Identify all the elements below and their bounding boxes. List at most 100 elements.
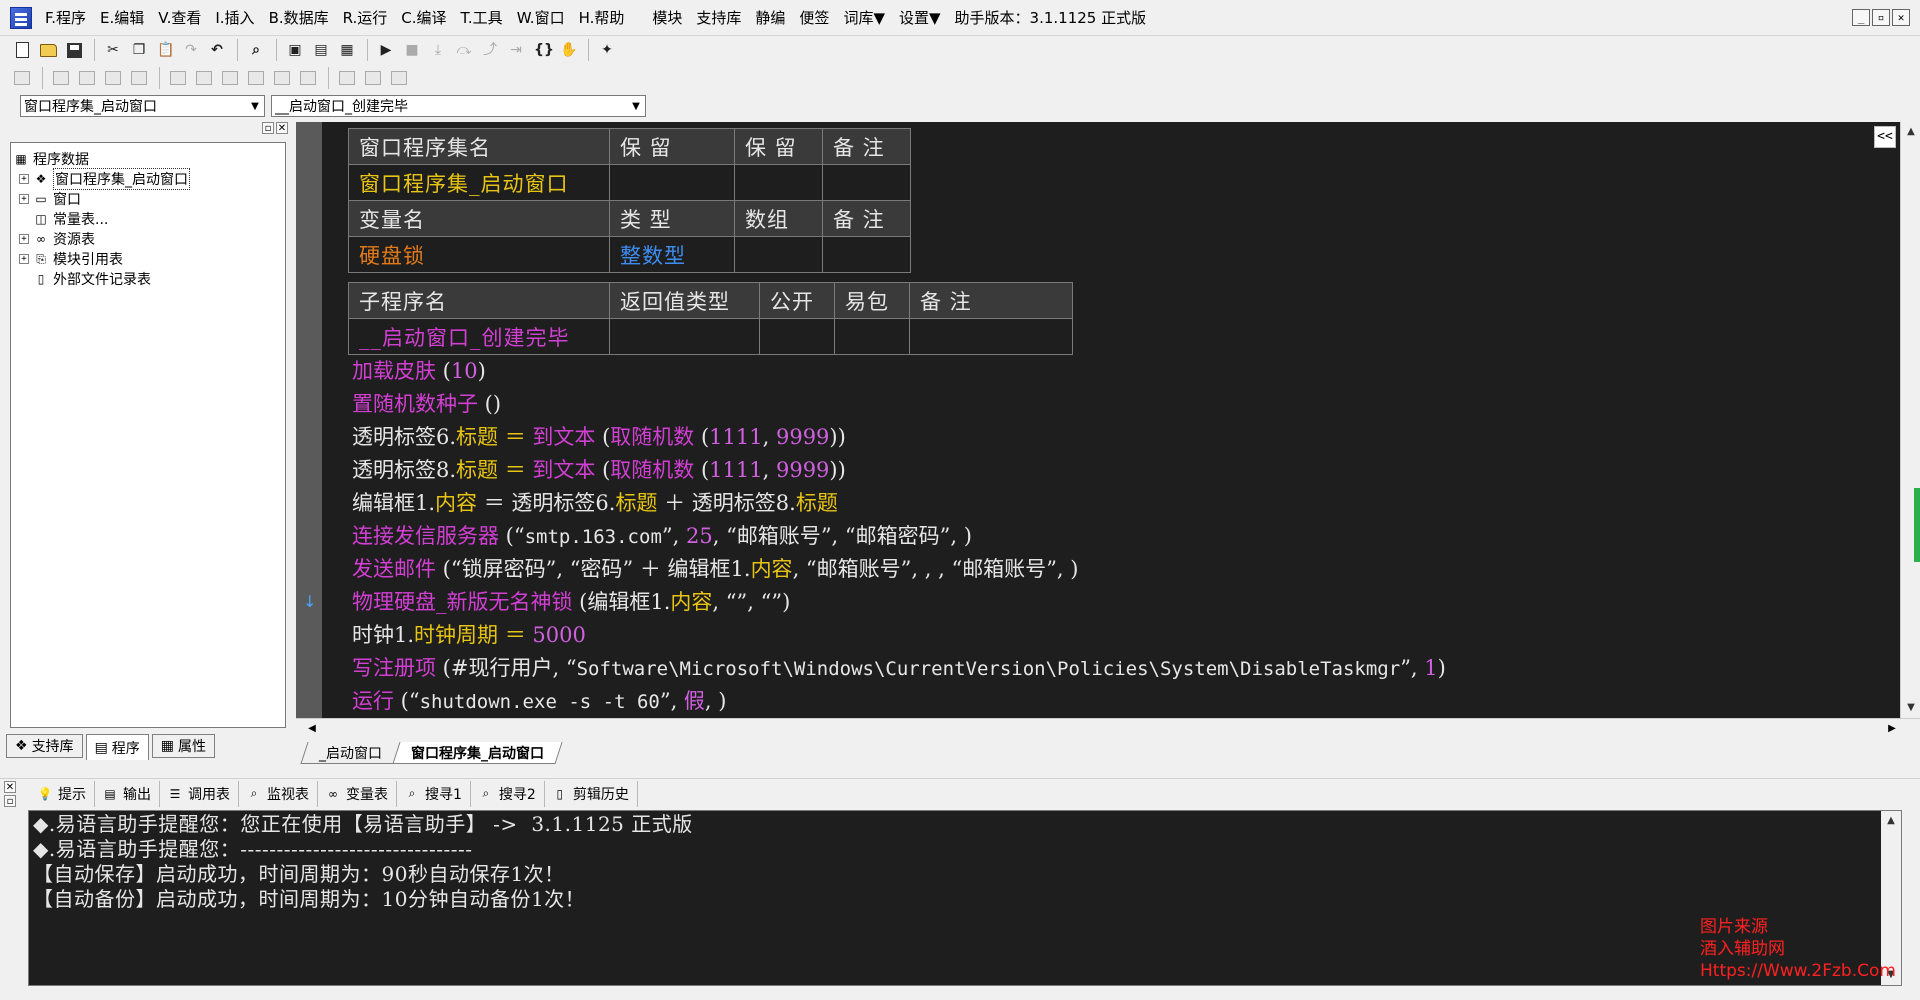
tab-startup-window[interactable]: _启动窗口 [300,742,401,764]
new-file-button[interactable] [10,38,34,62]
close-icon[interactable]: ✕ [4,780,16,793]
chevron-down-icon[interactable]: ▼ [627,96,645,116]
code-line[interactable]: 透明标签6.标题 ＝ 到文本 (取随机数 (1111, 9999)) [352,421,846,454]
menu-view[interactable]: V.查看 [151,0,208,36]
resize-1-button[interactable] [335,66,359,90]
menu-program[interactable]: F.程序 [38,0,93,36]
table-cell[interactable] [734,236,823,273]
layout-3-button[interactable]: ▦ [335,38,359,62]
tab-variables[interactable]: ∞ 变量表 [318,780,397,807]
expand-icon[interactable]: + [19,174,29,184]
tab-window-assembly[interactable]: 窗口程序集_启动窗口 [392,742,563,764]
code-line[interactable]: 连接发信服务器 (“smtp.163.com”, 25, “邮箱账号”, “邮箱… [352,520,972,553]
tree-item-constants[interactable]: ◫ 常量表... [13,209,285,229]
scroll-down-icon[interactable]: ▼ [1903,700,1919,716]
scroll-right-icon[interactable]: ▶ [1884,721,1900,737]
center-h-button[interactable] [166,66,190,90]
expand-icon[interactable]: + [19,254,29,264]
code-line[interactable]: 写注册项 (#现行用户, “Software\Microsoft\Windows… [352,652,1446,685]
expand-icon[interactable]: + [19,234,29,244]
variable-type-cell[interactable]: 整数型 [609,236,735,273]
menu-static-compile[interactable]: 静编 [748,0,792,36]
cut-button[interactable]: ✂ [101,38,125,62]
tab-clipboard-history[interactable]: ▯ 剪辑历史 [545,780,638,807]
step-2-button[interactable]: ⤼ [452,38,476,62]
table-cell[interactable] [734,164,823,201]
same-width-button[interactable] [270,66,294,90]
align-grid-button[interactable] [10,66,34,90]
tab-watch[interactable]: ⌕ 监视表 [239,780,318,807]
collapse-panel-button[interactable]: << [1874,126,1896,148]
code-line[interactable]: 时钟1.时钟周期 ＝ 5000 [352,619,586,652]
table-cell[interactable] [609,164,735,201]
undo-button[interactable]: ↶ [205,38,229,62]
align-top-button[interactable] [101,66,125,90]
table-cell[interactable] [759,318,835,355]
assembly-selector[interactable]: 窗口程序集_启动窗口 ▼ [20,95,265,117]
same-height-button[interactable] [296,66,320,90]
scroll-left-icon[interactable]: ◀ [304,721,320,737]
tab-search-2[interactable]: ⌕ 搜寻2 [471,780,545,807]
tree-item-modules[interactable]: + ⎘ 模块引用表 [13,249,285,269]
redo-button[interactable]: ↷ [179,38,203,62]
step-4-button[interactable]: ⇥ [504,38,528,62]
restore-button[interactable]: ▫ [1872,9,1890,26]
center-v-button[interactable] [192,66,216,90]
align-right-button[interactable] [75,66,99,90]
hand-tool-button[interactable]: ✋ [556,38,580,62]
resize-2-button[interactable] [361,66,385,90]
space-v-button[interactable] [244,66,268,90]
tree-item-external-files[interactable]: ▯ 外部文件记录表 [13,269,285,289]
code-line[interactable]: 物理硬盘_新版无名神锁 (编辑框1.内容, “”, “”) [352,586,790,619]
output-console[interactable]: ◆.易语言助手提醒您：您正在使用【易语言助手】 -> 3.1.1125 正式版 … [28,810,1902,986]
code-line[interactable]: 编辑框1.内容 ＝ 透明标签6.标题 ＋ 透明标签8.标题 [352,487,838,520]
run-button[interactable]: ▶ [374,38,398,62]
table-cell[interactable] [909,318,1073,355]
code-line[interactable]: 加载皮肤 (10) [352,355,486,388]
breakpoint-button[interactable]: {} [530,38,554,62]
menu-window[interactable]: W.窗口 [510,0,572,36]
scroll-up-icon[interactable]: ▲ [1903,124,1919,140]
menu-support-lib[interactable]: 支持库 [689,0,748,36]
menu-module[interactable]: 模块 [645,0,689,36]
menu-tools[interactable]: T.工具 [454,0,510,36]
menu-insert[interactable]: I.插入 [208,0,261,36]
close-icon[interactable]: ✕ [276,122,288,134]
scroll-up-icon[interactable]: ▲ [1883,813,1899,829]
helper-tool-button[interactable]: ✦ [595,38,619,62]
tree-item-assembly[interactable]: + ❖ 窗口程序集_启动窗口 [13,168,285,190]
open-file-button[interactable] [36,38,60,62]
expand-icon[interactable]: + [19,194,29,204]
pin-icon[interactable]: ▫ [262,122,274,134]
tree-item-window[interactable]: + ▭ 窗口 [13,189,285,209]
tab-output[interactable]: ▤ 输出 [95,780,160,807]
table-cell[interactable] [822,236,911,273]
menu-edit[interactable]: E.编辑 [93,0,151,36]
save-button[interactable] [62,38,86,62]
editor-horizontal-scrollbar[interactable]: ◀ ▶ [296,718,1920,738]
resize-3-button[interactable] [387,66,411,90]
tab-call-stack[interactable]: ☰ 调用表 [160,780,239,807]
layout-1-button[interactable]: ▣ [283,38,307,62]
menu-help[interactable]: H.帮助 [572,0,632,36]
layout-2-button[interactable]: ▤ [309,38,333,62]
code-editor[interactable]: ↓ 窗口程序集名 保 留 保 留 备 注 窗口程序集_启动窗口 变量名 类 型 … [296,122,1920,718]
code-line[interactable]: 发送邮件 (“锁屏密码”, “密码” ＋ 编辑框1.内容, “邮箱账号”, , … [352,553,1078,586]
paste-button[interactable]: 📋 [153,38,177,62]
chevron-down-icon[interactable]: ▼ [246,96,264,116]
subroutine-selector[interactable]: __启动窗口_创建完毕 ▼ [271,95,646,117]
stop-button[interactable]: ■ [400,38,424,62]
step-1-button[interactable]: ⤓ [426,38,450,62]
minimize-button[interactable]: _ [1852,9,1870,26]
table-cell[interactable] [822,164,911,201]
menu-compile[interactable]: C.编译 [394,0,453,36]
tree-item-resources[interactable]: + ∞ 资源表 [13,229,285,249]
code-line[interactable]: 透明标签8.标题 ＝ 到文本 (取随机数 (1111, 9999)) [352,454,846,487]
menu-settings[interactable]: 设置▼ [892,0,948,36]
menu-notes[interactable]: 便签 [792,0,836,36]
variable-name-cell[interactable]: 硬盘锁 [348,236,610,273]
copy-button[interactable]: ❐ [127,38,151,62]
pin-icon[interactable]: ▫ [4,794,16,807]
subroutine-name-cell[interactable]: __启动窗口_创建完毕 [348,318,610,355]
space-h-button[interactable] [218,66,242,90]
